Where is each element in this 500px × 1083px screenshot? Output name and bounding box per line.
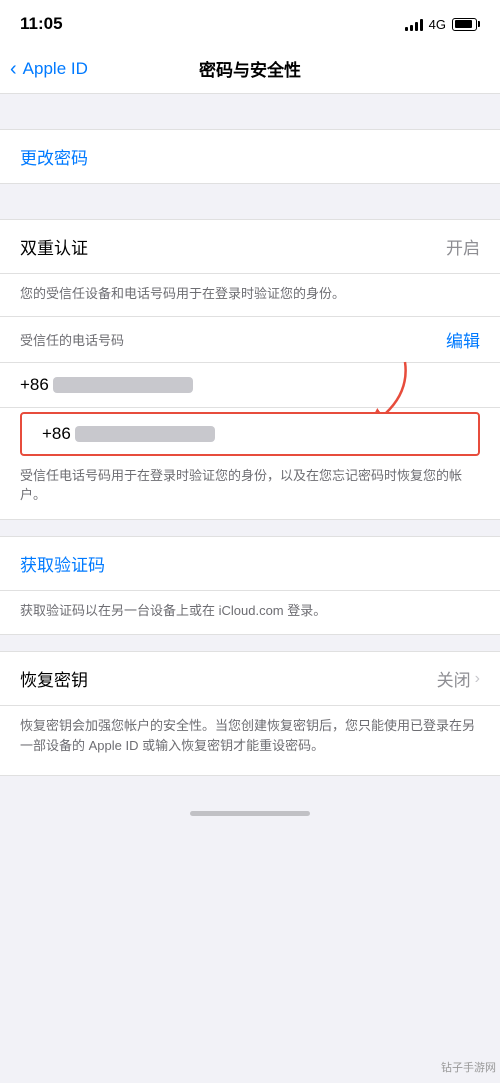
recovery-key-section: 恢复密钥 关闭 › 恢复密钥会加强您帐户的安全性。当您创建恢复密钥后，您只能使用…	[0, 651, 500, 776]
phone-number-1: +86	[0, 363, 500, 408]
signal-icon	[405, 17, 423, 31]
two-factor-section: 双重认证 开启 您的受信任设备和电话号码用于在登录时验证您的身份。 受信任的电话…	[0, 219, 500, 520]
chevron-left-icon: ‹	[10, 59, 17, 79]
back-label: Apple ID	[23, 59, 88, 79]
two-factor-description: 您的受信任设备和电话号码用于在登录时验证您的身份。	[0, 274, 500, 317]
battery-icon	[452, 18, 480, 31]
highlighted-phone-container: +86	[0, 412, 500, 456]
section-gap-2	[0, 184, 500, 219]
two-factor-status: 开启	[446, 234, 480, 259]
phone-blur-2	[75, 426, 215, 442]
status-time: 11:05	[20, 14, 63, 34]
watermark: 钻子手游网	[441, 1059, 496, 1075]
two-factor-title: 双重认证	[20, 234, 88, 259]
edit-button[interactable]: 编辑	[446, 327, 480, 352]
phone-prefix-1: +86	[20, 375, 49, 394]
home-indicator	[190, 811, 310, 816]
recovery-key-description: 恢复密钥会加强您帐户的安全性。当您创建恢复密钥后，您只能使用已登录在另一部设备的…	[0, 706, 500, 775]
recovery-key-status-row: 关闭 ›	[437, 666, 480, 691]
recovery-key-status: 关闭	[437, 666, 471, 691]
phone-prefix-2: +86	[42, 424, 71, 443]
recovery-key-title: 恢复密钥	[20, 666, 88, 691]
page-title: 密码与安全性	[199, 56, 301, 81]
status-icons: 4G	[405, 17, 480, 32]
trusted-phone-header: 受信任的电话号码 编辑	[0, 317, 500, 363]
status-bar: 11:05 4G	[0, 0, 500, 44]
phone-blur-1	[53, 377, 193, 393]
recovery-key-header[interactable]: 恢复密钥 关闭 ›	[0, 652, 500, 706]
phone-number-2-highlighted: +86	[20, 412, 480, 456]
trusted-phone-label: 受信任的电话号码	[20, 330, 124, 349]
home-indicator-area	[0, 776, 500, 826]
change-password-section[interactable]: 更改密码	[0, 129, 500, 184]
nav-bar: ‹ Apple ID 密码与安全性	[0, 44, 500, 94]
section-gap-3	[0, 520, 500, 536]
verification-link[interactable]: 获取验证码	[0, 537, 500, 591]
verification-description: 获取验证码以在另一台设备上或在 iCloud.com 登录。	[0, 591, 500, 635]
chevron-right-icon: ›	[475, 670, 480, 688]
section-gap-1	[0, 94, 500, 129]
network-label: 4G	[429, 17, 446, 32]
phone-note: 受信任电话号码用于在登录时验证您的身份，以及在您忘记密码时恢复您的帐户。	[0, 456, 500, 519]
back-button[interactable]: ‹ Apple ID	[10, 59, 88, 79]
verification-section: 获取验证码 获取验证码以在另一台设备上或在 iCloud.com 登录。	[0, 536, 500, 636]
section-gap-4	[0, 635, 500, 651]
change-password-link[interactable]: 更改密码	[20, 149, 88, 168]
two-factor-header: 双重认证 开启	[0, 220, 500, 274]
